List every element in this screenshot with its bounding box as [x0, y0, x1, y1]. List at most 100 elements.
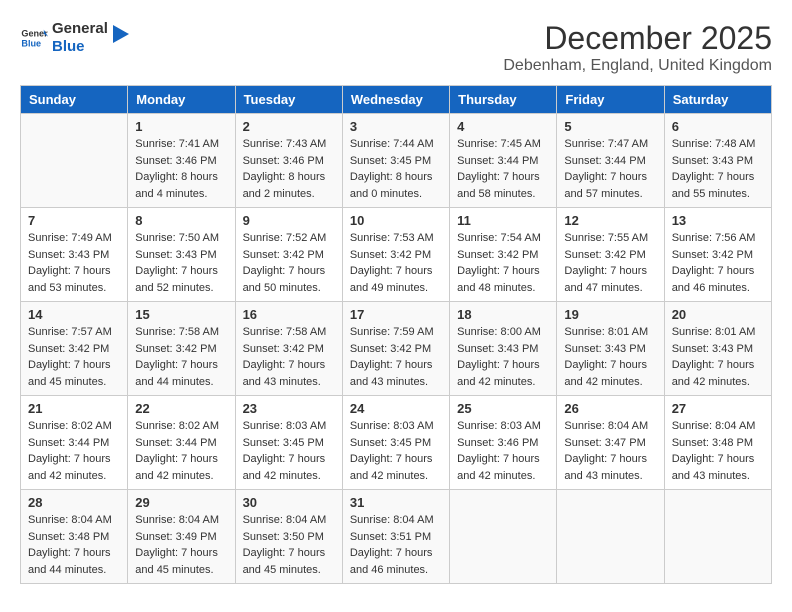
day-number: 2 [243, 119, 335, 134]
day-info: Sunrise: 7:48 AM Sunset: 3:43 PM Dayligh… [672, 136, 764, 202]
sunset-text: Sunset: 3:42 PM [243, 343, 324, 355]
location-subtitle: Debenham, England, United Kingdom [503, 57, 772, 75]
sunrise-text: Sunrise: 8:01 AM [672, 326, 756, 338]
calendar-cell: 22 Sunrise: 8:02 AM Sunset: 3:44 PM Dayl… [128, 396, 235, 490]
sunrise-text: Sunrise: 7:53 AM [350, 232, 434, 244]
sunset-text: Sunset: 3:47 PM [564, 437, 645, 449]
day-number: 29 [135, 495, 227, 510]
title-block: December 2025 Debenham, England, United … [503, 20, 772, 75]
day-number: 1 [135, 119, 227, 134]
sunrise-text: Sunrise: 7:44 AM [350, 138, 434, 150]
sunset-text: Sunset: 3:44 PM [135, 437, 216, 449]
calendar-cell: 15 Sunrise: 7:58 AM Sunset: 3:42 PM Dayl… [128, 302, 235, 396]
day-info: Sunrise: 7:52 AM Sunset: 3:42 PM Dayligh… [243, 230, 335, 296]
sunrise-text: Sunrise: 7:56 AM [672, 232, 756, 244]
daylight-text: Daylight: 7 hours and 43 minutes. [350, 359, 433, 388]
sunset-text: Sunset: 3:42 PM [135, 343, 216, 355]
calendar-cell: 24 Sunrise: 8:03 AM Sunset: 3:45 PM Dayl… [342, 396, 449, 490]
day-info: Sunrise: 7:59 AM Sunset: 3:42 PM Dayligh… [350, 324, 442, 390]
sunrise-text: Sunrise: 7:55 AM [564, 232, 648, 244]
sunset-text: Sunset: 3:50 PM [243, 531, 324, 543]
calendar-cell: 29 Sunrise: 8:04 AM Sunset: 3:49 PM Dayl… [128, 490, 235, 584]
page-header: General Blue General Blue December 2025 … [20, 20, 772, 75]
calendar-cell: 5 Sunrise: 7:47 AM Sunset: 3:44 PM Dayli… [557, 114, 664, 208]
daylight-text: Daylight: 7 hours and 47 minutes. [564, 265, 647, 294]
sunset-text: Sunset: 3:45 PM [350, 437, 431, 449]
daylight-text: Daylight: 8 hours and 4 minutes. [135, 171, 218, 200]
day-info: Sunrise: 8:02 AM Sunset: 3:44 PM Dayligh… [135, 418, 227, 484]
sunset-text: Sunset: 3:42 PM [28, 343, 109, 355]
col-header-saturday: Saturday [664, 86, 771, 114]
daylight-text: Daylight: 7 hours and 58 minutes. [457, 171, 540, 200]
sunrise-text: Sunrise: 7:54 AM [457, 232, 541, 244]
sunset-text: Sunset: 3:42 PM [672, 249, 753, 261]
day-info: Sunrise: 8:04 AM Sunset: 3:48 PM Dayligh… [672, 418, 764, 484]
sunrise-text: Sunrise: 7:45 AM [457, 138, 541, 150]
day-number: 9 [243, 213, 335, 228]
daylight-text: Daylight: 7 hours and 43 minutes. [564, 453, 647, 482]
calendar-week-row: 28 Sunrise: 8:04 AM Sunset: 3:48 PM Dayl… [21, 490, 772, 584]
day-info: Sunrise: 7:50 AM Sunset: 3:43 PM Dayligh… [135, 230, 227, 296]
day-info: Sunrise: 8:03 AM Sunset: 3:45 PM Dayligh… [350, 418, 442, 484]
col-header-sunday: Sunday [21, 86, 128, 114]
day-info: Sunrise: 7:55 AM Sunset: 3:42 PM Dayligh… [564, 230, 656, 296]
day-number: 26 [564, 401, 656, 416]
daylight-text: Daylight: 7 hours and 42 minutes. [672, 359, 755, 388]
sunrise-text: Sunrise: 7:41 AM [135, 138, 219, 150]
day-number: 6 [672, 119, 764, 134]
sunrise-text: Sunrise: 8:03 AM [350, 420, 434, 432]
calendar-week-row: 1 Sunrise: 7:41 AM Sunset: 3:46 PM Dayli… [21, 114, 772, 208]
day-number: 5 [564, 119, 656, 134]
daylight-text: Daylight: 7 hours and 42 minutes. [28, 453, 111, 482]
calendar-cell: 30 Sunrise: 8:04 AM Sunset: 3:50 PM Dayl… [235, 490, 342, 584]
sunrise-text: Sunrise: 8:04 AM [243, 514, 327, 526]
calendar-cell: 16 Sunrise: 7:58 AM Sunset: 3:42 PM Dayl… [235, 302, 342, 396]
daylight-text: Daylight: 8 hours and 0 minutes. [350, 171, 433, 200]
sunrise-text: Sunrise: 7:48 AM [672, 138, 756, 150]
sunset-text: Sunset: 3:49 PM [135, 531, 216, 543]
sunset-text: Sunset: 3:42 PM [243, 249, 324, 261]
sunrise-text: Sunrise: 7:52 AM [243, 232, 327, 244]
day-number: 28 [28, 495, 120, 510]
day-number: 15 [135, 307, 227, 322]
day-number: 27 [672, 401, 764, 416]
daylight-text: Daylight: 7 hours and 42 minutes. [457, 453, 540, 482]
day-number: 31 [350, 495, 442, 510]
sunset-text: Sunset: 3:45 PM [243, 437, 324, 449]
sunset-text: Sunset: 3:42 PM [457, 249, 538, 261]
daylight-text: Daylight: 7 hours and 43 minutes. [243, 359, 326, 388]
col-header-tuesday: Tuesday [235, 86, 342, 114]
calendar-cell [21, 114, 128, 208]
logo: General Blue General Blue [20, 20, 130, 56]
daylight-text: Daylight: 7 hours and 48 minutes. [457, 265, 540, 294]
sunset-text: Sunset: 3:44 PM [28, 437, 109, 449]
col-header-friday: Friday [557, 86, 664, 114]
day-info: Sunrise: 8:04 AM Sunset: 3:51 PM Dayligh… [350, 512, 442, 578]
day-info: Sunrise: 7:44 AM Sunset: 3:45 PM Dayligh… [350, 136, 442, 202]
day-info: Sunrise: 8:03 AM Sunset: 3:46 PM Dayligh… [457, 418, 549, 484]
calendar-cell: 13 Sunrise: 7:56 AM Sunset: 3:42 PM Dayl… [664, 208, 771, 302]
month-title: December 2025 [503, 20, 772, 57]
daylight-text: Daylight: 7 hours and 55 minutes. [672, 171, 755, 200]
sunset-text: Sunset: 3:43 PM [135, 249, 216, 261]
sunset-text: Sunset: 3:46 PM [457, 437, 538, 449]
daylight-text: Daylight: 7 hours and 42 minutes. [350, 453, 433, 482]
daylight-text: Daylight: 7 hours and 50 minutes. [243, 265, 326, 294]
daylight-text: Daylight: 7 hours and 45 minutes. [28, 359, 111, 388]
day-info: Sunrise: 7:54 AM Sunset: 3:42 PM Dayligh… [457, 230, 549, 296]
sunrise-text: Sunrise: 7:57 AM [28, 326, 112, 338]
calendar-cell [450, 490, 557, 584]
day-number: 13 [672, 213, 764, 228]
calendar-week-row: 7 Sunrise: 7:49 AM Sunset: 3:43 PM Dayli… [21, 208, 772, 302]
sunset-text: Sunset: 3:51 PM [350, 531, 431, 543]
calendar-header-row: SundayMondayTuesdayWednesdayThursdayFrid… [21, 86, 772, 114]
sunrise-text: Sunrise: 8:04 AM [564, 420, 648, 432]
day-number: 3 [350, 119, 442, 134]
logo-general-text: General [52, 20, 108, 38]
day-number: 30 [243, 495, 335, 510]
day-number: 14 [28, 307, 120, 322]
sunset-text: Sunset: 3:46 PM [243, 155, 324, 167]
daylight-text: Daylight: 7 hours and 53 minutes. [28, 265, 111, 294]
col-header-thursday: Thursday [450, 86, 557, 114]
calendar-cell: 23 Sunrise: 8:03 AM Sunset: 3:45 PM Dayl… [235, 396, 342, 490]
